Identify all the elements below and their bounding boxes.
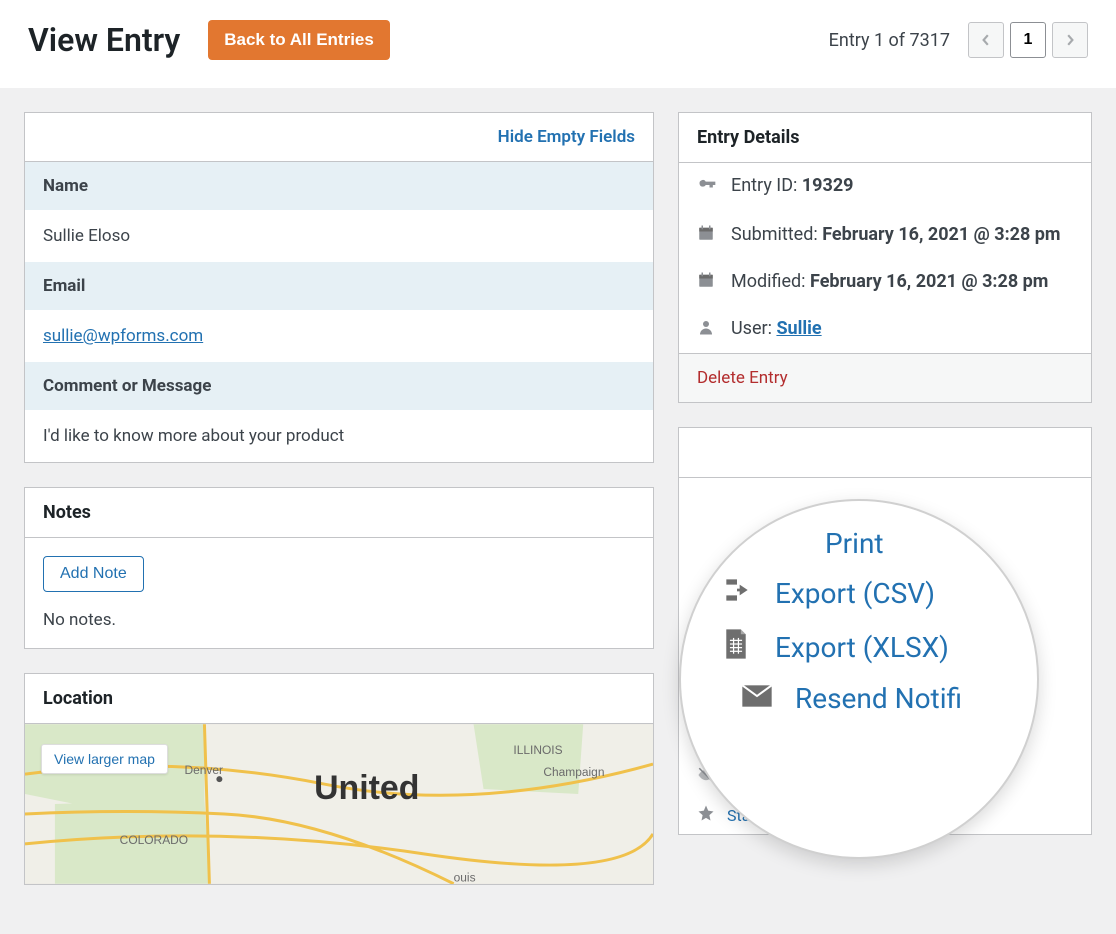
actions-header xyxy=(679,428,1091,478)
entry-count: Entry 1 of 7317 xyxy=(829,30,950,51)
location-panel: Location COLORADO ILLINOIS Denver Champa… xyxy=(24,673,654,885)
top-left: View Entry Back to All Entries xyxy=(28,20,390,60)
field-label-name: Name xyxy=(25,162,653,210)
email-link[interactable]: sullie@wpforms.com xyxy=(43,326,203,346)
detail-text: User: Sullie xyxy=(731,318,822,339)
action-resend-label: Resend Notifi xyxy=(795,682,962,715)
action-export-csv-label: Export (CSV) xyxy=(775,577,935,610)
field-value-name: Sullie Eloso xyxy=(25,210,653,262)
map-label-denver: Denver xyxy=(184,763,223,777)
field-value-email: sullie@wpforms.com xyxy=(25,310,653,362)
pager-prev-button[interactable] xyxy=(968,22,1004,58)
detail-entry-id: Entry ID: 19329 xyxy=(679,163,1091,212)
notes-panel: Notes Add Note No notes. xyxy=(24,487,654,649)
delete-entry-link[interactable]: Delete Entry xyxy=(697,368,788,388)
hide-empty-fields-link[interactable]: Hide Empty Fields xyxy=(498,127,635,147)
notes-header: Notes xyxy=(25,488,653,538)
action-export-csv[interactable]: Export (CSV) xyxy=(721,574,1003,613)
entry-fields-header: Hide Empty Fields xyxy=(25,113,653,162)
chevron-left-icon xyxy=(980,34,992,46)
action-resend[interactable]: Resend Notifi xyxy=(741,682,1003,715)
field-value-comment: I'd like to know more about your product xyxy=(25,410,653,462)
field-label-comment: Comment or Message xyxy=(25,362,653,410)
detail-user: User: Sullie xyxy=(679,306,1091,353)
top-bar: View Entry Back to All Entries Entry 1 o… xyxy=(0,0,1116,88)
export-icon xyxy=(721,574,757,613)
mail-icon xyxy=(741,682,777,715)
location-header: Location xyxy=(25,674,653,724)
star-icon xyxy=(697,804,717,826)
entry-details-panel: Entry Details Entry ID: 19329 Submitted:… xyxy=(678,112,1092,403)
pager-input[interactable] xyxy=(1010,22,1046,58)
map-label-champaign: Champaign xyxy=(543,765,604,779)
user-icon xyxy=(697,318,719,341)
detail-submitted: Submitted: February 16, 2021 @ 3:28 pm xyxy=(679,212,1091,259)
chevron-right-icon xyxy=(1064,34,1076,46)
detail-text: Modified: February 16, 2021 @ 3:28 pm xyxy=(731,271,1048,292)
zoom-lens: Print Export (CSV) Export (XLSX) Resend … xyxy=(679,499,1039,859)
view-larger-map-button[interactable]: View larger map xyxy=(41,744,168,774)
page-title: View Entry xyxy=(28,21,180,59)
action-export-xlsx[interactable]: Export (XLSX) xyxy=(721,627,1003,668)
add-note-button[interactable]: Add Note xyxy=(43,556,144,592)
detail-text: Submitted: February 16, 2021 @ 3:28 pm xyxy=(731,224,1061,245)
action-export-xlsx-label: Export (XLSX) xyxy=(775,631,949,664)
right-column: Entry Details Entry ID: 19329 Submitted:… xyxy=(678,112,1092,835)
calendar-icon xyxy=(697,271,719,294)
user-link[interactable]: Sullie xyxy=(776,318,821,339)
notes-body: Add Note No notes. xyxy=(25,538,653,648)
detail-text: Entry ID: 19329 xyxy=(731,175,853,196)
back-to-entries-button[interactable]: Back to All Entries xyxy=(208,20,390,60)
top-right: Entry 1 of 7317 xyxy=(829,22,1088,58)
delete-row: Delete Entry xyxy=(679,353,1091,402)
pager-next-button[interactable] xyxy=(1052,22,1088,58)
detail-modified: Modified: February 16, 2021 @ 3:28 pm xyxy=(679,259,1091,306)
map-label-illinois: ILLINOIS xyxy=(513,743,562,757)
content: Hide Empty Fields Name Sullie Eloso Emai… xyxy=(0,88,1116,909)
file-icon xyxy=(721,627,757,668)
entry-fields-panel: Hide Empty Fields Name Sullie Eloso Emai… xyxy=(24,112,654,463)
action-print-label: Print xyxy=(825,527,884,560)
key-icon xyxy=(697,175,719,200)
map-label-country: United xyxy=(314,769,419,807)
field-label-email: Email xyxy=(25,262,653,310)
pager xyxy=(968,22,1088,58)
map[interactable]: COLORADO ILLINOIS Denver Champaign Unite… xyxy=(25,724,653,884)
entry-details-header: Entry Details xyxy=(679,113,1091,163)
no-notes-text: No notes. xyxy=(43,610,635,630)
calendar-icon xyxy=(697,224,719,247)
map-label-louis: ouis xyxy=(454,871,476,884)
left-column: Hide Empty Fields Name Sullie Eloso Emai… xyxy=(24,112,654,885)
map-label-colorado: COLORADO xyxy=(120,833,188,847)
